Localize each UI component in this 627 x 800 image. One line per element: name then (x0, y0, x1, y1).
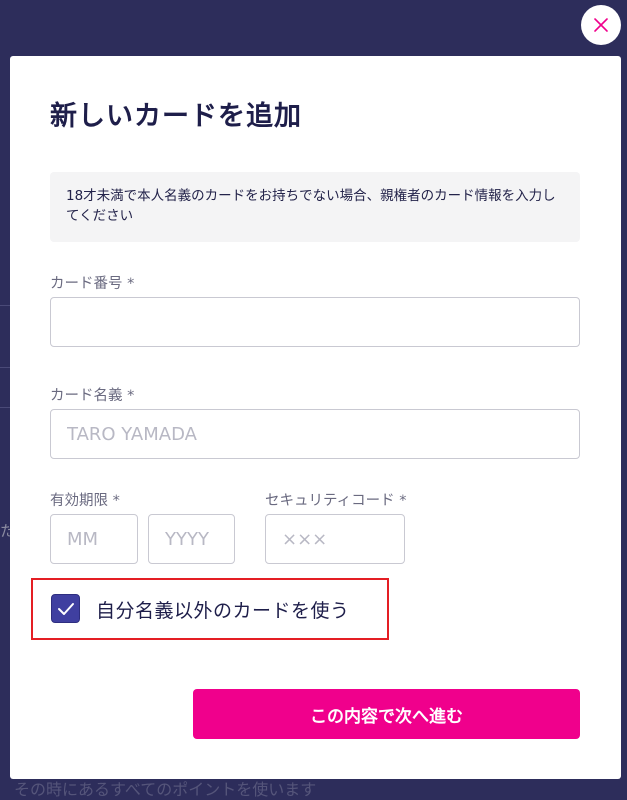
notice-box: 18才未満で本人名義のカードをお持ちでない場合、親権者のカード情報を入力してくだ… (50, 172, 580, 242)
submit-button[interactable]: この内容で次へ進む (193, 689, 580, 739)
add-card-modal: 新しいカードを追加 18才未満で本人名義のカードをお持ちでない場合、親権者のカー… (10, 56, 621, 779)
use-other-name-checkbox[interactable] (51, 594, 80, 623)
card-holder-label: カード名義 * (50, 388, 135, 404)
modal-title: 新しいカードを追加 (50, 101, 302, 132)
security-code-input[interactable] (265, 514, 405, 564)
close-icon (594, 18, 608, 32)
card-number-label: カード番号 * (50, 276, 135, 292)
expiry-year-input[interactable] (148, 514, 235, 564)
background-divider (0, 407, 10, 408)
card-number-input[interactable] (50, 297, 580, 347)
checkmark-icon (57, 602, 74, 615)
expiry-month-input[interactable] (50, 514, 138, 564)
security-code-label: セキュリティコード * (265, 493, 407, 509)
background-divider (0, 367, 10, 368)
close-button[interactable] (581, 5, 621, 45)
background-text: その時にあるすべてのポイントを使います (14, 780, 317, 799)
expiry-label: 有効期限 * (50, 493, 120, 509)
background-divider (0, 305, 10, 306)
use-other-name-label[interactable]: 自分名義以外のカードを使う (96, 596, 350, 623)
card-holder-input[interactable] (50, 409, 580, 459)
